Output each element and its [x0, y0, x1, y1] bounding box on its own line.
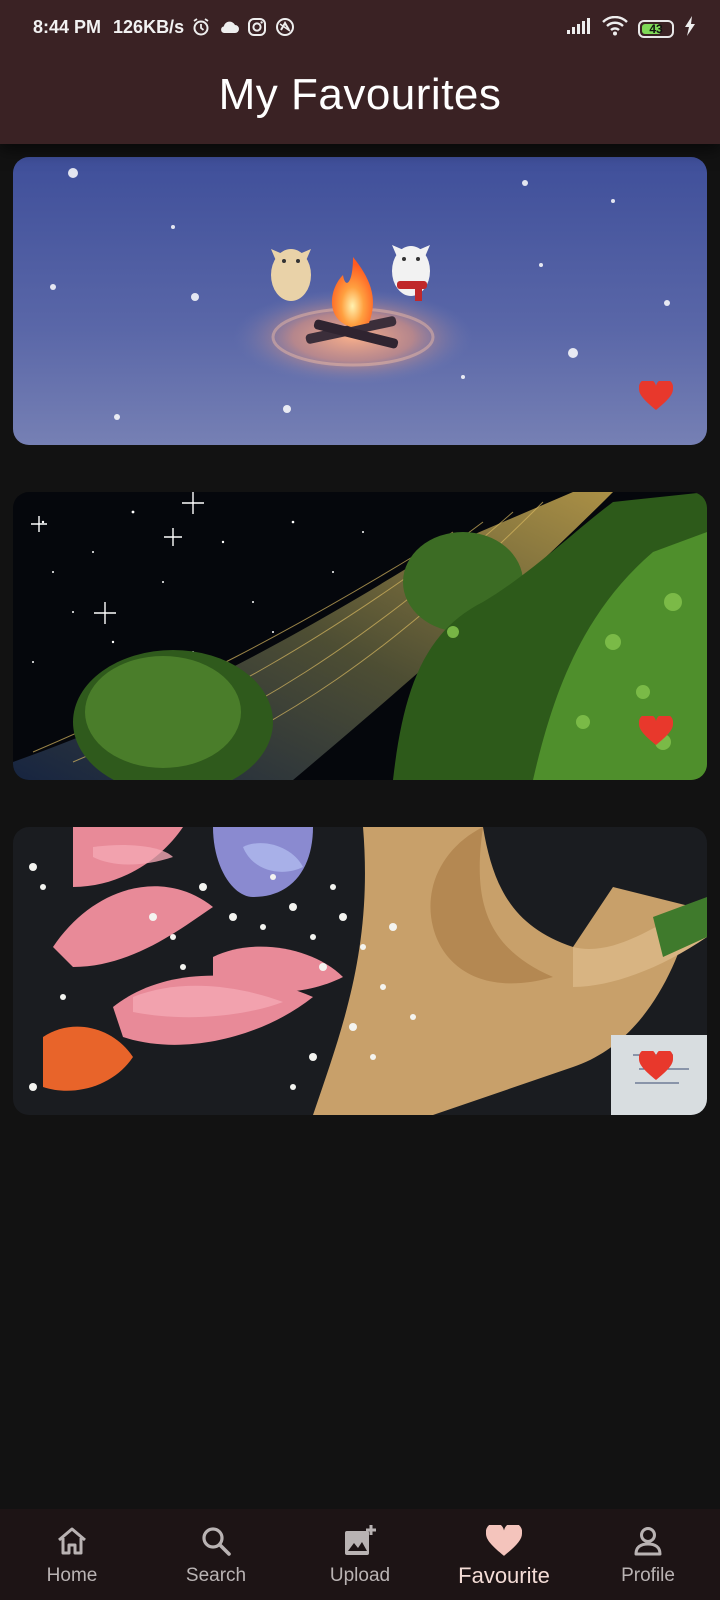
nav-label: Home [46, 1565, 98, 1586]
heart-icon [486, 1523, 522, 1559]
heart-icon[interactable] [638, 378, 674, 411]
wallpaper-image [13, 492, 707, 780]
heart-icon[interactable] [638, 1048, 674, 1081]
wifi-icon [602, 15, 628, 41]
charging-icon [684, 16, 696, 41]
search-icon [198, 1523, 234, 1559]
nav-item-home[interactable]: Home [0, 1509, 144, 1600]
add-photo-icon [342, 1523, 378, 1559]
instagram-icon [246, 16, 268, 38]
person-icon [630, 1523, 666, 1559]
nav-item-favourite[interactable]: Favourite [432, 1509, 576, 1600]
vpn-icon [274, 16, 296, 38]
status-net-speed: 126KB/s [113, 16, 185, 37]
wallpaper-image [13, 827, 707, 1115]
page-title: My Favourites [218, 70, 502, 119]
bottom-navigation: Home Search Upload Favourite Profile [0, 1509, 720, 1600]
favourite-card[interactable] [13, 492, 707, 780]
battery-level: 43 [649, 21, 663, 36]
nav-label: Profile [621, 1565, 675, 1586]
heart-icon[interactable] [638, 713, 674, 746]
battery-icon: 43 [638, 19, 674, 38]
wallpaper-image [13, 157, 707, 445]
nav-item-upload[interactable]: Upload [288, 1509, 432, 1600]
home-icon [54, 1523, 90, 1559]
favourite-card[interactable] [13, 157, 707, 445]
alarm-icon [190, 16, 212, 38]
nav-item-search[interactable]: Search [144, 1509, 288, 1600]
favourite-card[interactable] [13, 827, 707, 1115]
cloud-icon [218, 16, 240, 38]
nav-label: Favourite [458, 1563, 550, 1588]
nav-item-profile[interactable]: Profile [576, 1509, 720, 1600]
status-bar: 8:44 PM 126KB/s 43 [0, 0, 720, 56]
status-time: 8:44 PM [33, 16, 102, 37]
nav-label: Upload [329, 1565, 391, 1586]
nav-label: Search [185, 1565, 247, 1586]
app-header: 8:44 PM 126KB/s 43 My Favourites [0, 0, 720, 144]
signal-icon [566, 17, 592, 40]
